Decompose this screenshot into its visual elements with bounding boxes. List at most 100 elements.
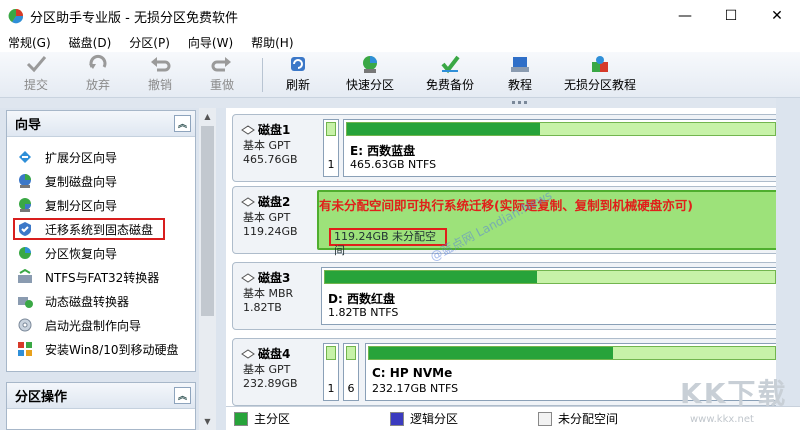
partition-usage-fill	[325, 271, 537, 283]
backup-icon	[441, 55, 460, 74]
wizard-item-install-win-to-usb[interactable]: 安装Win8/10到移动硬盘	[7, 337, 195, 361]
discard-button[interactable]: 放弃	[80, 54, 116, 96]
disk-1-row[interactable]: 磁盘1 基本 GPT 465.76GB 1 E: 西数蓝盘 465.63GB N…	[232, 114, 786, 182]
commit-button[interactable]: 提交	[18, 54, 54, 96]
copy-partition-icon	[19, 198, 31, 212]
brand-watermark-logo: KK下载	[680, 377, 788, 410]
refresh-button[interactable]: 刷新	[280, 54, 316, 96]
partition-small[interactable]: 1	[323, 119, 339, 177]
discard-icon	[89, 54, 107, 69]
splitter-bar[interactable]	[0, 98, 800, 108]
partition-usage-bar	[346, 122, 776, 136]
close-button[interactable]: ✕	[754, 0, 800, 32]
wizard-item-dynamic-disk-converter[interactable]: 动态磁盘转换器	[7, 289, 195, 313]
refresh-icon	[291, 57, 305, 71]
menu-help[interactable]: 帮助(H)	[242, 34, 302, 51]
partition-recovery-icon	[19, 247, 31, 259]
minimize-button[interactable]: —	[662, 0, 708, 32]
collapse-wizard-button[interactable]: ︽	[174, 115, 191, 132]
partition-usage-bar	[324, 270, 776, 284]
tutorial-button[interactable]: 教程	[502, 54, 538, 96]
maximize-button[interactable]: ☐	[708, 0, 754, 32]
partition-usage-bar	[326, 122, 336, 136]
window-title: 分区助手专业版 - 无损分区免费软件	[30, 10, 238, 26]
menu-wizard[interactable]: 向导(W)	[179, 34, 242, 51]
wizard-panel-title: 向导	[15, 118, 42, 133]
partition-d[interactable]: D: 西数红盘 1.82TB NTFS	[321, 267, 779, 325]
scroll-thumb[interactable]	[201, 126, 214, 316]
collapse-partition-button[interactable]: ︽	[174, 387, 191, 404]
unallocated-label: 119.24GB 未分配空间	[329, 228, 447, 257]
partition-operations-panel: 分区操作 ︽	[6, 382, 196, 430]
partition-panel-header: 分区操作 ︽	[7, 383, 195, 409]
wizard-item-ntfs-fat32-converter[interactable]: NTFS与FAT32转换器	[7, 265, 195, 289]
disk-size: 119.24GB	[243, 225, 298, 238]
wizard-item-copy-disk[interactable]: 复制磁盘向导	[7, 169, 195, 193]
legend-swatch	[390, 411, 405, 426]
scroll-up-icon[interactable]: ▲	[199, 108, 216, 125]
disk-size: 232.89GB	[243, 377, 298, 390]
free-backup-button[interactable]: 免费备份	[420, 54, 480, 96]
undo-button[interactable]: 撤销	[142, 54, 178, 96]
partition-e[interactable]: E: 西数蓝盘 465.63GB NTFS	[343, 119, 779, 177]
quick-partition-icon	[363, 56, 377, 73]
right-scrollbar[interactable]	[776, 98, 800, 406]
disk-3-row[interactable]: 磁盘3 基本 MBR 1.82TB D: 西数红盘 1.82TB NTFS	[232, 262, 786, 330]
redo-button[interactable]: 重做	[204, 54, 240, 96]
windows-usb-icon	[18, 342, 32, 356]
lossless-tutorial-button[interactable]: 无损分区教程	[560, 54, 640, 96]
partition-usage-fill	[369, 347, 613, 359]
partition-usage-fill	[347, 123, 540, 135]
partition-usage-bar	[326, 346, 336, 360]
legend-primary: 主分区	[234, 410, 290, 427]
wizard-item-migrate-os-to-ssd[interactable]: 迁移系统到固态磁盘	[7, 217, 195, 241]
legend-unallocated: 未分配空间	[538, 410, 618, 427]
legend-swatch	[234, 411, 248, 426]
highlight-box	[13, 218, 165, 240]
wizard-item-copy-partition[interactable]: 复制分区向导	[7, 193, 195, 217]
partition-label: D: 西数红盘	[328, 292, 395, 306]
scroll-down-icon[interactable]: ▼	[199, 413, 216, 430]
wizard-item-extend-partition[interactable]: 扩展分区向导	[7, 145, 195, 169]
menu-partition[interactable]: 分区(P)	[120, 34, 179, 51]
left-scrollbar[interactable]: ▲ ▼	[199, 108, 216, 430]
disk-map-pane: 磁盘1 基本 GPT 465.76GB 1 E: 西数蓝盘 465.63GB N…	[226, 108, 800, 406]
wizard-item-partition-recovery[interactable]: 分区恢复向导	[7, 241, 195, 265]
disk-icon	[241, 196, 255, 207]
partition-number: 6	[347, 382, 355, 395]
title-bar: 分区助手专业版 - 无损分区免费软件 — ☐ ✕	[0, 0, 800, 32]
lossless-tutorial-icon	[592, 56, 608, 72]
disk-icon	[241, 348, 255, 359]
partition-size: 232.17GB NTFS	[372, 382, 459, 395]
partition-number: 1	[327, 382, 335, 395]
chevron-up-icon: ︽	[177, 392, 187, 402]
partition-small[interactable]: 1	[323, 343, 339, 401]
menu-bar: 常规(G) 磁盘(D) 分区(P) 向导(W) 帮助(H)	[0, 32, 800, 52]
check-icon	[26, 56, 47, 73]
wizard-panel-header: 向导 ︽	[7, 111, 195, 137]
pane-splitter[interactable]	[218, 108, 226, 430]
extend-partition-icon	[19, 151, 31, 163]
wizard-item-boot-cd-wizard[interactable]: 启动光盘制作向导	[7, 313, 195, 337]
disk-type: 基本 GPT	[243, 211, 291, 224]
disk-name: 磁盘4	[258, 347, 291, 361]
dynamic-disk-icon	[18, 297, 33, 308]
tutorial-icon	[511, 57, 529, 72]
copy-disk-icon	[19, 174, 31, 188]
menu-general[interactable]: 常规(G)	[0, 34, 60, 51]
toolbar: 提交 放弃 撤销 重做 刷新 快速分区 免费备份 教程 无损分区教程	[0, 52, 800, 98]
converter-icon	[18, 269, 32, 283]
disk-icon	[241, 124, 255, 135]
menu-disk[interactable]: 磁盘(D)	[60, 34, 121, 51]
toolbar-separator	[262, 58, 263, 92]
boot-cd-icon	[18, 318, 32, 332]
disk-name: 磁盘1	[258, 123, 291, 137]
disk-type: 基本 GPT	[243, 363, 291, 376]
disk-type: 基本 MBR	[243, 287, 294, 300]
app-logo-icon	[8, 8, 24, 24]
quick-partition-button[interactable]: 快速分区	[340, 54, 400, 96]
partition-small[interactable]: 6	[343, 343, 359, 401]
undo-icon	[151, 57, 171, 72]
redo-icon	[211, 57, 231, 72]
disk-2-row[interactable]: 磁盘2 基本 GPT 119.24GB 119.24GB 未分配空间 有未分配空…	[232, 186, 786, 264]
